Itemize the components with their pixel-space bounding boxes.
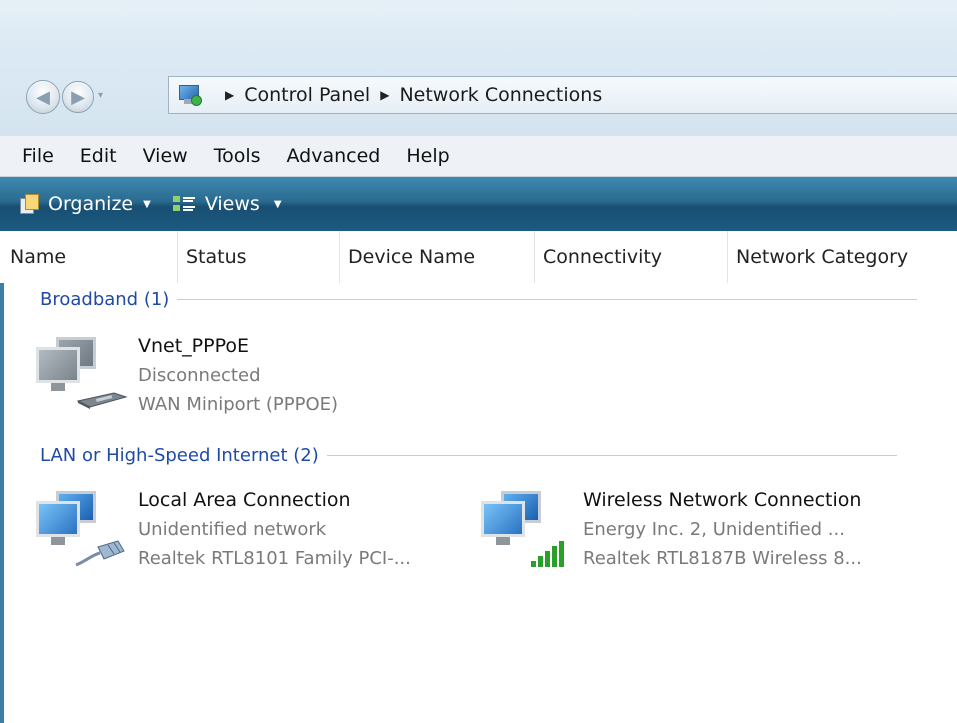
connection-status: Energy Inc. 2, Unidentified ... — [583, 519, 845, 540]
connection-name: Local Area Connection — [138, 489, 351, 511]
views-icon — [172, 195, 195, 213]
views-label: Views — [204, 193, 260, 215]
column-header-label: Connectivity — [543, 246, 663, 268]
menu-tools[interactable]: Tools — [201, 145, 274, 167]
organize-button[interactable]: Organize ▼ — [20, 193, 151, 215]
connections-list: Broadband (1) Vnet_PPPoE Disconnected WA… — [0, 283, 957, 723]
title-bar: ◀ ▶ ▾ ▶ Control Panel ▶ Network Connecti… — [0, 0, 957, 136]
menu-view[interactable]: View — [130, 145, 201, 167]
command-bar: Organize ▼ Views ▼ — [0, 177, 957, 231]
connection-device: Realtek RTL8101 Family PCI-... — [138, 548, 411, 569]
back-arrow-icon: ◀ — [36, 86, 50, 108]
group-header-broadband[interactable]: Broadband (1) — [40, 289, 918, 310]
breadcrumb-separator-icon[interactable]: ▶ — [225, 88, 234, 102]
column-header-network-category[interactable]: Network Category — [728, 231, 957, 283]
forward-arrow-icon: ▶ — [71, 86, 85, 108]
connection-item-wireless[interactable]: Wireless Network Connection Energy Inc. … — [475, 485, 955, 585]
menu-file[interactable]: File — [0, 145, 67, 167]
group-divider — [177, 299, 918, 300]
connection-name: Wireless Network Connection — [583, 489, 862, 511]
organize-label: Organize — [48, 193, 134, 215]
address-bar[interactable]: ▶ Control Panel ▶ Network Connections — [168, 76, 957, 114]
chevron-down-icon: ▼ — [273, 198, 282, 210]
column-header-name[interactable]: Name — [0, 231, 178, 283]
control-panel-icon — [177, 83, 202, 107]
breadcrumb-separator-icon[interactable]: ▶ — [380, 88, 389, 102]
menu-help[interactable]: Help — [393, 145, 462, 167]
column-header-label: Name — [10, 246, 67, 268]
modem-disconnected-icon — [76, 392, 128, 409]
column-header-row: Name Status Device Name Connectivity Net… — [0, 231, 957, 284]
column-header-connectivity[interactable]: Connectivity — [535, 231, 728, 283]
connection-device: WAN Miniport (PPPOE) — [138, 394, 339, 415]
organize-icon — [20, 194, 40, 214]
connection-item-vnet-pppoe[interactable]: Vnet_PPPoE Disconnected WAN Miniport (PP… — [30, 331, 450, 431]
column-header-label: Status — [186, 246, 247, 268]
column-header-device-name[interactable]: Device Name — [340, 231, 535, 283]
group-header-lan[interactable]: LAN or High-Speed Internet (2) — [40, 445, 897, 466]
breadcrumb-control-panel[interactable]: Control Panel — [244, 84, 370, 106]
chevron-down-icon: ▾ — [98, 90, 104, 101]
connection-device: Realtek RTL8187B Wireless 8... — [583, 548, 862, 569]
menu-advanced[interactable]: Advanced — [274, 145, 394, 167]
connection-status: Unidentified network — [138, 519, 327, 540]
ethernet-cable-icon — [75, 540, 125, 567]
group-label: Broadband (1) — [40, 289, 170, 310]
connection-item-local-area[interactable]: Local Area Connection Unidentified netwo… — [30, 485, 450, 585]
menu-edit[interactable]: Edit — [67, 145, 130, 167]
column-header-status[interactable]: Status — [178, 231, 340, 283]
column-header-label: Device Name — [348, 246, 476, 268]
connection-status: Disconnected — [138, 365, 261, 386]
connection-name: Vnet_PPPoE — [138, 335, 250, 357]
column-header-label: Network Category — [736, 246, 909, 268]
group-divider — [326, 455, 897, 456]
forward-button[interactable]: ▶ — [62, 81, 94, 113]
views-dropdown-button[interactable]: ▼ — [274, 199, 282, 210]
recent-pages-dropdown[interactable]: ▾ — [98, 90, 103, 101]
menu-bar: File Edit View Tools Advanced Help — [0, 136, 957, 177]
views-button[interactable]: Views — [172, 193, 260, 215]
back-button[interactable]: ◀ — [26, 80, 60, 114]
group-label: LAN or High-Speed Internet (2) — [40, 445, 319, 466]
breadcrumb-network-connections[interactable]: Network Connections — [399, 84, 602, 106]
window-frame-edge — [0, 283, 4, 723]
chevron-down-icon: ▼ — [143, 198, 151, 210]
wireless-signal-icon — [531, 541, 564, 567]
